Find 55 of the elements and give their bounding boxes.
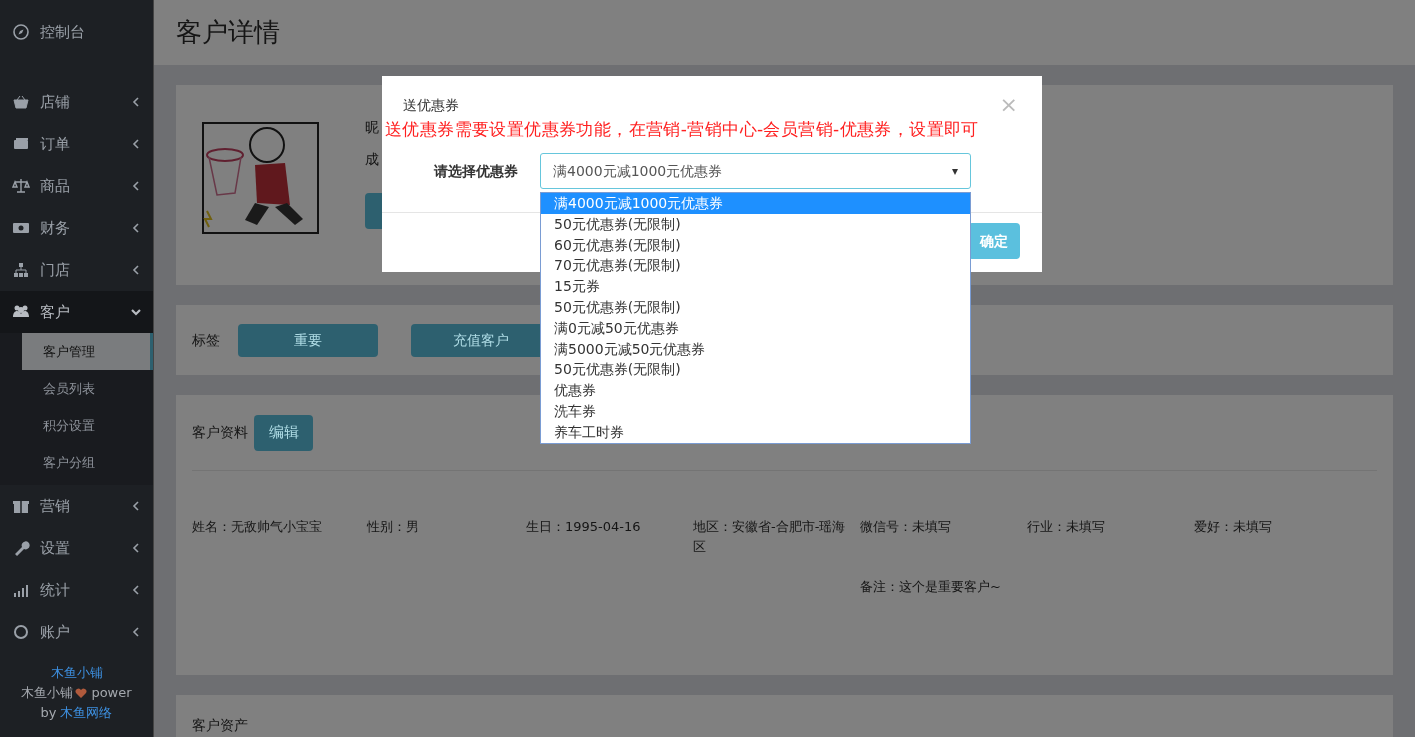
dropdown-option[interactable]: 60元优惠券(无限制) <box>541 234 970 256</box>
modal-title: 送优惠券 <box>403 96 459 115</box>
profile-text: 成 <box>365 151 379 167</box>
submenu-item[interactable]: 客户管理 <box>22 333 153 370</box>
dropdown-option[interactable]: 优惠券 <box>541 380 970 401</box>
footer-text: by <box>40 704 57 722</box>
section-title: 客户资产 <box>192 717 248 733</box>
dropdown-option[interactable]: 50元优惠券(无限制) <box>541 297 970 318</box>
notice-text: 送优惠券需要设置优惠券功能，在营销-营销中心-会员营销-优惠券，设置即可 <box>385 118 979 140</box>
compass-icon <box>12 23 30 41</box>
caret-icon: ▾ <box>951 162 958 180</box>
sidebar-item[interactable]: 控制台 <box>0 11 153 53</box>
sidebar-item[interactable]: 门店 <box>0 249 153 291</box>
info-field: 备注：这个是重要客户~ <box>860 579 1001 594</box>
submenu-item[interactable]: 会员列表 <box>22 370 153 407</box>
sidebar-item[interactable]: 订单 <box>0 123 153 165</box>
company-link[interactable]: 木鱼网络 <box>60 703 113 723</box>
sidebar-item[interactable]: 账户 <box>0 611 153 651</box>
info-field: 微信号：未填写 <box>860 517 1027 537</box>
field-label: 请选择优惠券 <box>433 161 519 181</box>
submenu-item[interactable]: 客户分组 <box>22 444 153 481</box>
page-title: 客户详情 <box>176 16 280 49</box>
info-field: 地区：安徽省-合肥市-瑶海区 <box>693 517 860 557</box>
profile-text: 昵 <box>365 119 379 135</box>
coupon-select[interactable]: 满4000元减1000元优惠券 ▾ <box>540 153 971 189</box>
dropdown-option[interactable]: 15元券 <box>541 276 970 297</box>
circle-icon <box>12 623 30 641</box>
sidebar-item[interactable]: 统计 <box>0 569 153 611</box>
submenu-item[interactable]: 积分设置 <box>22 407 153 444</box>
brand-link[interactable]: 木鱼小铺 <box>50 663 103 683</box>
info-field: 行业：未填写 <box>1027 517 1194 537</box>
sidebar-item[interactable]: 商品 <box>0 165 153 207</box>
info-field: 性别：男 <box>367 517 526 537</box>
info-field: 爱好：未填写 <box>1194 517 1361 537</box>
tag-button[interactable]: 重要 <box>238 323 378 357</box>
heart-icon <box>75 687 88 699</box>
dropdown-option[interactable]: 50元优惠券(无限制) <box>541 213 970 235</box>
scale-icon <box>12 177 30 195</box>
dropdown-option[interactable]: 70元优惠券(无限制) <box>541 255 970 277</box>
sidebar-item[interactable]: 营销 <box>0 485 153 527</box>
sitemap-icon <box>12 261 30 279</box>
section-title: 客户资料 <box>192 423 248 442</box>
tags-label: 标签 <box>192 330 220 350</box>
sidebar-item[interactable]: 店铺 <box>0 81 153 123</box>
sidebar-item[interactable]: 设置 <box>0 527 153 569</box>
edit-button[interactable]: 编辑 <box>254 414 313 451</box>
sidebar-item[interactable]: 财务 <box>0 207 153 249</box>
info-field: 生日：1995-04-16 <box>526 517 693 537</box>
basket-icon <box>12 93 30 111</box>
dropdown-option[interactable]: 50元优惠券(无限制) <box>541 359 970 381</box>
dropdown-option[interactable]: 养车工时券 <box>541 421 970 443</box>
dropdown-option[interactable]: 洗车券 <box>541 400 970 422</box>
footer-text: power <box>91 684 132 702</box>
info-field: 姓名：无敌帅气小宝宝 <box>192 517 367 537</box>
footer-text: 木鱼小铺 <box>21 684 74 702</box>
